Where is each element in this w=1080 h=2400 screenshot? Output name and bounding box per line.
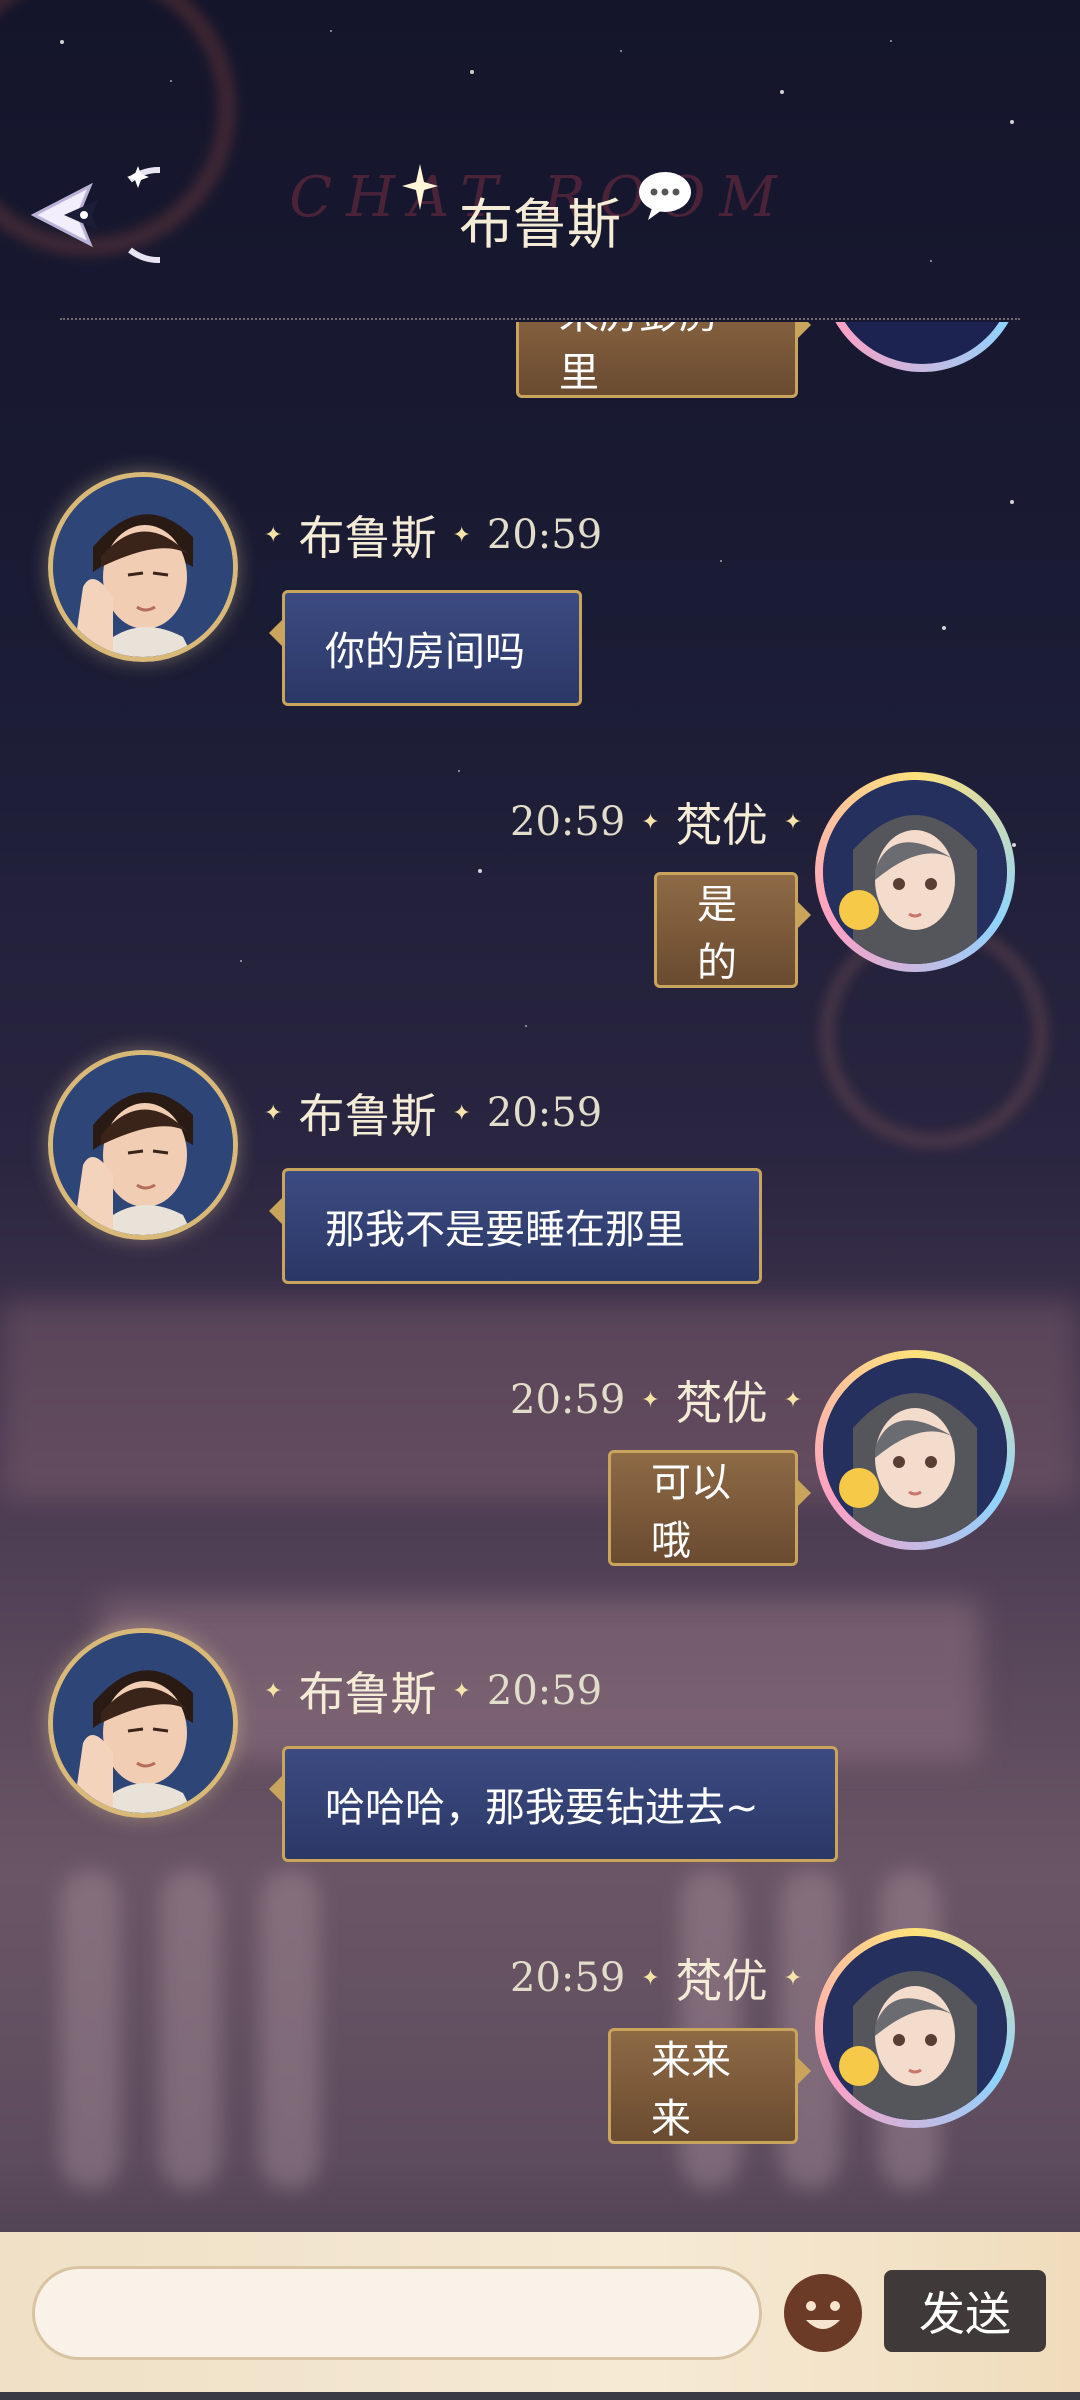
sender-name: 梵优 bbox=[675, 798, 768, 852]
message-header: ✦ 布鲁斯 ✦ 20:59 bbox=[264, 1083, 602, 1143]
message-bubble-left[interactable]: 你的房间吗 bbox=[269, 590, 582, 706]
message-time: 20:59 bbox=[510, 1377, 626, 1423]
message-header: ✦ 布鲁斯 ✦ 20:59 bbox=[264, 505, 602, 565]
avatar-bruce[interactable] bbox=[48, 472, 238, 662]
sender-name: 布鲁斯 bbox=[298, 1667, 437, 1721]
send-button[interactable]: 发送 bbox=[884, 2270, 1046, 2352]
page-title: 布鲁斯 bbox=[459, 193, 621, 256]
message-time: 20:59 bbox=[486, 1668, 603, 1714]
sender-name: 梵优 bbox=[675, 1954, 768, 2008]
message-text: 哈哈哈，那我要钻进去~ bbox=[325, 1785, 759, 1831]
message-time: 20:59 bbox=[486, 1090, 603, 1136]
chat-header: CHAT ROOM 布鲁斯 bbox=[0, 0, 1080, 320]
fanyou-portrait bbox=[823, 780, 1007, 964]
avatar-bruce[interactable] bbox=[48, 1628, 238, 1818]
message-time: 20:59 bbox=[486, 512, 603, 558]
message-bubble-right[interactable]: 来来来 bbox=[608, 2028, 811, 2144]
message-time: 20:59 bbox=[510, 799, 626, 845]
message-bubble-right[interactable]: 可以哦 bbox=[608, 1450, 811, 1566]
avatar-fanyou[interactable] bbox=[815, 1928, 1015, 2128]
message-text: 可以哦 bbox=[651, 1460, 731, 1564]
message-text: 那我不是要睡在那里 bbox=[325, 1207, 685, 1253]
avatar-bruce[interactable] bbox=[48, 1050, 238, 1240]
avatar-fanyou[interactable] bbox=[815, 772, 1015, 972]
message-input[interactable] bbox=[32, 2266, 762, 2360]
bruce-portrait bbox=[53, 477, 233, 657]
avatar-fanyou[interactable] bbox=[815, 1350, 1015, 1550]
message-header: 20:59 ✦ 梵优 ✦ bbox=[510, 1370, 802, 1430]
sender-name: 布鲁斯 bbox=[298, 1089, 437, 1143]
message-text: 你的房间吗 bbox=[325, 629, 525, 675]
message-list[interactable]: 来厉彭房里 ✦ 布鲁斯 ✦ 20:59 你的房间吗 20:59 ✦ 梵优 ✦ 是… bbox=[0, 322, 1080, 2232]
sender-name: 梵优 bbox=[675, 1376, 768, 1430]
sender-name: 布鲁斯 bbox=[298, 511, 437, 565]
message-header: 20:59 ✦ 梵优 ✦ bbox=[510, 792, 802, 852]
bruce-portrait bbox=[53, 1055, 233, 1235]
message-bubble-left[interactable]: 哈哈哈，那我要钻进去~ bbox=[269, 1746, 838, 1862]
message-bubble-right[interactable]: 是的 bbox=[654, 872, 811, 988]
bruce-portrait bbox=[53, 1633, 233, 1813]
message-header: ✦ 布鲁斯 ✦ 20:59 bbox=[264, 1661, 602, 1721]
avatar-fanyou[interactable] bbox=[822, 322, 1022, 372]
bottom-edge bbox=[0, 2392, 1080, 2400]
message-text: 来厉彭房里 bbox=[559, 322, 719, 396]
fanyou-portrait bbox=[823, 1936, 1007, 2120]
emoji-button[interactable] bbox=[784, 2274, 862, 2352]
fanyou-portrait bbox=[823, 1358, 1007, 1542]
message-input-bar: 发送 bbox=[0, 2232, 1080, 2400]
message-text: 是的 bbox=[697, 882, 737, 986]
header-divider bbox=[60, 318, 1020, 320]
message-text: 来来来 bbox=[651, 2038, 731, 2142]
chat-bubble-icon bbox=[639, 172, 691, 220]
message-time: 20:59 bbox=[510, 1955, 626, 2001]
message-header: 20:59 ✦ 梵优 ✦ bbox=[510, 1948, 802, 2008]
message-bubble-left[interactable]: 那我不是要睡在那里 bbox=[269, 1168, 762, 1284]
emoji-face-icon bbox=[786, 2276, 860, 2350]
message-bubble-right[interactable]: 来厉彭房里 bbox=[516, 322, 811, 398]
